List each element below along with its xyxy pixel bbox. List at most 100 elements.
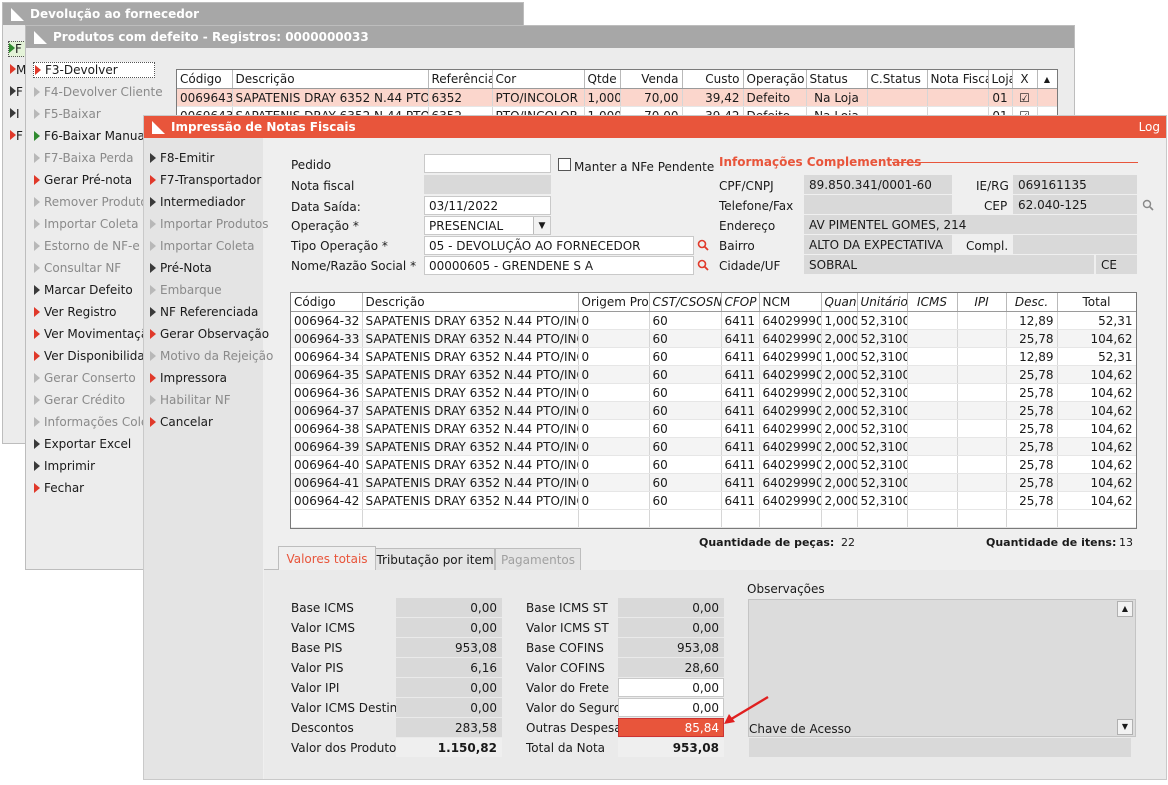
item-col-header[interactable]: Unitário <box>857 293 908 312</box>
total-value[interactable]: 0,00 <box>618 678 724 697</box>
data-saida-input[interactable]: 03/11/2022 <box>424 196 551 215</box>
table-row[interactable]: 006964-38 SAPATENIS DRAY 6352 N.44 PTO/IN… <box>291 419 1136 438</box>
prod-col-header[interactable]: X <box>1012 70 1038 89</box>
operacao-dropdown-icon[interactable]: ▼ <box>533 217 550 234</box>
nota-field[interactable] <box>424 175 551 194</box>
menu2-item-8[interactable]: Estorno de NF-e <box>34 239 140 253</box>
menu2-item-2[interactable]: F5-Baixar <box>34 107 101 121</box>
log-button[interactable]: Log <box>1139 120 1160 134</box>
total-value[interactable]: 6,16 <box>396 658 502 677</box>
menu3-item-7[interactable]: NF Referenciada <box>150 305 258 319</box>
item-col-header[interactable]: Quant <box>821 293 858 312</box>
table-row[interactable]: 006964-42 SAPATENIS DRAY 6352 N.44 PTO/IN… <box>291 491 1136 510</box>
menu2-item-12[interactable]: Ver Movimentação <box>34 327 156 341</box>
menu2-item-0[interactable]: F3-Devolver <box>33 62 155 78</box>
total-value[interactable]: 0,00 <box>618 618 724 637</box>
table-row[interactable]: 006964-37 SAPATENIS DRAY 6352 N.44 PTO/IN… <box>291 401 1136 420</box>
observacoes-textarea[interactable] <box>748 599 1136 737</box>
prod-col-header[interactable]: Código <box>177 70 233 89</box>
prod-col-header[interactable]: Qtde <box>584 70 621 89</box>
total-value[interactable]: 28,60 <box>618 658 724 677</box>
menu2-item-15[interactable]: Gerar Crédito <box>34 393 125 407</box>
menu3-item-0[interactable]: F8-Emitir <box>150 151 214 165</box>
menu-partial-1[interactable]: M <box>10 63 26 77</box>
menu2-item-18[interactable]: Imprimir <box>34 459 95 473</box>
menu3-item-2[interactable]: Intermediador <box>150 195 245 209</box>
prod-col-header[interactable]: Referência <box>428 70 493 89</box>
menu2-item-5[interactable]: Gerar Pré-nota <box>34 173 132 187</box>
itens-grid[interactable]: Código Descrição Origem Prod CST/CSOSN CFOP N… <box>290 292 1137 529</box>
menu2-item-1[interactable]: F4-Devolver Cliente <box>34 85 163 99</box>
prod-col-header[interactable]: Loja <box>988 70 1013 89</box>
nome-input[interactable]: 00000605 - GRENDENE S A <box>424 256 694 275</box>
item-col-header[interactable]: NCM <box>759 293 822 312</box>
menu2-item-7[interactable]: Importar Coleta <box>34 217 138 231</box>
prod-col-header[interactable]: Custo <box>682 70 744 89</box>
table-row[interactable]: 006964-41 SAPATENIS DRAY 6352 N.44 PTO/IN… <box>291 473 1136 492</box>
obs-scroll-up-icon[interactable]: ▲ <box>1117 601 1133 617</box>
produtos-titlebar[interactable]: Produtos com defeito - Registros: 000000… <box>26 26 1074 48</box>
menu3-item-11[interactable]: Habilitar NF <box>150 393 231 407</box>
prod-col-header[interactable]: C.Status <box>867 70 928 89</box>
cep-search-icon[interactable] <box>1142 199 1154 211</box>
total-value[interactable]: 85,84 <box>618 718 724 737</box>
menu2-item-4[interactable]: F7-Baixa Perda <box>34 151 134 165</box>
menu2-item-11[interactable]: Ver Registro <box>34 305 117 319</box>
total-value[interactable]: 283,58 <box>396 718 502 737</box>
menu3-item-10[interactable]: Impressora <box>150 371 227 385</box>
total-value[interactable]: 0,00 <box>618 598 724 617</box>
item-col-header[interactable]: CFOP <box>721 293 760 312</box>
menu3-item-5[interactable]: Pré-Nota <box>150 261 212 275</box>
menu2-item-3[interactable]: F6-Baixar Manual <box>34 129 148 143</box>
menu2-item-6[interactable]: Remover Produtos <box>34 195 154 209</box>
total-value[interactable]: 953,08 <box>396 638 502 657</box>
menu2-item-17[interactable]: Exportar Excel <box>34 437 131 451</box>
prod-col-header[interactable]: Descrição <box>232 70 429 89</box>
menu3-item-6[interactable]: Embarque <box>150 283 222 297</box>
devolucao-titlebar[interactable]: Devolução ao fornecedor <box>3 3 523 25</box>
tab-tributacao[interactable]: Tributação por item <box>375 548 495 571</box>
menu2-item-13[interactable]: Ver Disponibilidade <box>34 349 160 363</box>
total-value[interactable]: 1.150,82 <box>396 738 502 757</box>
item-col-header[interactable]: Total <box>1057 293 1136 312</box>
menu2-item-16[interactable]: Informações Coleta <box>34 415 160 429</box>
prod-col-header[interactable]: Venda <box>620 70 683 89</box>
table-row[interactable]: 00696430SAPATENIS DRAY 6352 N.44 PTO/INC… <box>177 88 1057 107</box>
menu3-item-1[interactable]: F7-Transportador <box>150 173 261 187</box>
prod-col-header[interactable]: Operação <box>743 70 807 89</box>
menu3-item-4[interactable]: Importar Coleta <box>150 239 254 253</box>
menu2-item-14[interactable]: Gerar Conserto <box>34 371 136 385</box>
prod-scroll-up-icon[interactable]: ▲ <box>1037 70 1057 89</box>
tab-valores-totais[interactable]: Valores totais <box>278 546 376 571</box>
manter-checkbox[interactable] <box>558 158 571 171</box>
table-row[interactable]: 006964-34 SAPATENIS DRAY 6352 N.44 PTO/IN… <box>291 347 1136 366</box>
prod-col-header[interactable]: Status <box>806 70 868 89</box>
menu2-item-9[interactable]: Consultar NF <box>34 261 121 275</box>
menu2-item-10[interactable]: Marcar Defeito <box>34 283 133 297</box>
item-col-header[interactable]: IPI <box>957 293 1007 312</box>
total-value[interactable]: 0,00 <box>396 678 502 697</box>
nome-search-icon[interactable] <box>697 259 709 271</box>
total-value[interactable]: 0,00 <box>396 698 502 717</box>
total-value[interactable]: 953,08 <box>618 738 724 757</box>
table-row[interactable]: 006964-36 SAPATENIS DRAY 6352 N.44 PTO/IN… <box>291 383 1136 402</box>
table-row[interactable]: 006964-32 SAPATENIS DRAY 6352 N.44 PTO/IN… <box>291 311 1136 330</box>
total-value[interactable]: 0,00 <box>396 618 502 637</box>
tab-pagamentos[interactable]: Pagamentos <box>495 548 581 571</box>
menu-partial-4[interactable]: F <box>10 129 23 143</box>
obs-scroll-down-icon[interactable]: ▼ <box>1117 719 1133 735</box>
table-row[interactable]: 006964-40 SAPATENIS DRAY 6352 N.44 PTO/IN… <box>291 455 1136 474</box>
table-row[interactable]: 006964-35 SAPATENIS DRAY 6352 N.44 PTO/IN… <box>291 365 1136 384</box>
total-value[interactable]: 0,00 <box>618 698 724 717</box>
pedido-input[interactable] <box>424 154 551 173</box>
tipo-search-icon[interactable] <box>697 239 709 251</box>
prod-col-header[interactable]: Cor <box>492 70 585 89</box>
table-row[interactable]: 006964-39 SAPATENIS DRAY 6352 N.44 PTO/IN… <box>291 437 1136 456</box>
item-col-header[interactable]: Desc. <box>1006 293 1058 312</box>
item-col-header[interactable]: Descrição <box>362 293 579 312</box>
item-col-header[interactable]: ICMS <box>907 293 958 312</box>
menu-partial-2[interactable]: F <box>10 85 23 99</box>
menu3-item-3[interactable]: Importar Produtos <box>150 217 269 231</box>
impressao-titlebar[interactable]: Impressão de Notas Fiscais Log <box>144 116 1166 138</box>
prod-col-header[interactable]: Nota Fiscal <box>927 70 989 89</box>
